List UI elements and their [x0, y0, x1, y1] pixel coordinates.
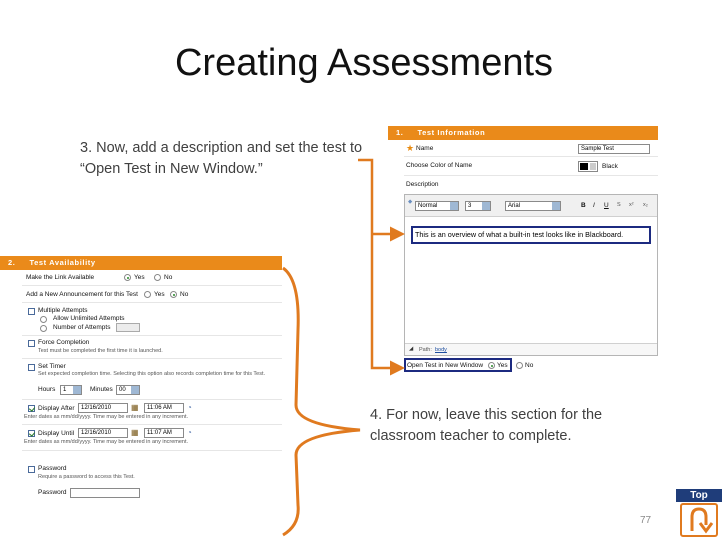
number-attempts-radio[interactable]: [40, 325, 47, 332]
unlimited-attempts-label: Allow Unlimited Attempts: [53, 315, 125, 322]
color-label: Choose Color of Name: [406, 162, 473, 169]
name-label: Name: [416, 145, 434, 152]
number-attempts-label: Number of Attempts: [53, 324, 111, 331]
open-new-window-yes-label: Yes: [497, 362, 508, 369]
password-label: Password: [38, 489, 67, 496]
color-picker[interactable]: [578, 161, 598, 172]
slide-page-number: 77: [640, 515, 652, 526]
editor-path-bar: ◢ Path: body: [405, 343, 657, 355]
display-after-date-input[interactable]: 12/16/2010: [78, 403, 128, 413]
password-checkbox[interactable]: [28, 466, 35, 473]
u-turn-arrow-icon: [680, 503, 718, 537]
unlimited-attempts-radio[interactable]: [40, 316, 47, 323]
underline-button[interactable]: U: [604, 202, 609, 209]
required-star-icon: ★: [406, 143, 415, 153]
set-timer-checkbox[interactable]: [28, 364, 35, 371]
test-information-header: 1. Test Information: [388, 126, 658, 140]
italic-button[interactable]: I: [593, 202, 595, 209]
set-timer-label: Set Timer: [38, 363, 66, 370]
multiple-attempts-checkbox[interactable]: [28, 308, 35, 315]
availability-bracket: [282, 266, 361, 537]
announcement-label: Add a New Announcement for this Test: [26, 291, 138, 298]
password-option-label: Password: [38, 465, 67, 472]
minutes-label: Minutes: [90, 386, 113, 393]
display-until-label: Display Until: [38, 430, 75, 437]
display-after-label: Display After: [38, 405, 75, 412]
announcement-yes-label: Yes: [154, 291, 165, 298]
display-until-checkbox[interactable]: [28, 430, 35, 437]
force-completion-help: Test must be completed the first time it…: [38, 348, 163, 354]
callout-step-4: 4. For now, leave this section for the c…: [370, 407, 603, 444]
clock-icon[interactable]: ◔: [187, 428, 192, 437]
font-select[interactable]: Arial: [505, 201, 561, 211]
open-new-window-no-radio[interactable]: [516, 362, 523, 369]
hours-select[interactable]: 1: [60, 385, 82, 395]
description-label: Description: [406, 181, 439, 188]
size-select[interactable]: 3: [465, 201, 491, 211]
section-number: 1.: [396, 128, 404, 137]
callout-step-3: 3. Now, add a description and set the te…: [80, 140, 363, 177]
open-new-window-yes-radio[interactable]: [488, 362, 495, 369]
top-button-label: Top: [676, 489, 722, 502]
display-until-help: Enter dates as mm/dd/yyyy. Time may be e…: [24, 439, 189, 445]
make-available-no-label: No: [164, 274, 173, 281]
gripper-icon: ◆: [408, 199, 413, 205]
editor-toolbar: ◆ Normal 3 Arial B I U S x² x₂: [405, 195, 657, 217]
test-information-panel: 1. Test Information ★ Name Sample Test Ch…: [388, 126, 658, 378]
path-label: Path:: [419, 347, 432, 353]
make-available-yes-label: Yes: [134, 274, 145, 281]
test-availability-panel: 2. Test Availability Make the Link Availa…: [0, 256, 282, 510]
make-available-no-radio[interactable]: [154, 274, 161, 281]
section-title: Test Information: [417, 128, 486, 137]
open-new-window-no-label: No: [525, 362, 534, 369]
password-help: Require a password to access this Test.: [38, 474, 135, 480]
announcement-yes-radio[interactable]: [144, 291, 151, 298]
make-available-yes-radio[interactable]: [124, 274, 131, 281]
section-title: Test Availability: [29, 258, 96, 267]
bold-button[interactable]: B: [581, 202, 586, 209]
multiple-attempts-label: Multiple Attempts: [38, 307, 88, 314]
description-editor[interactable]: ◆ Normal 3 Arial B I U S x² x₂ This is a…: [404, 194, 658, 356]
resize-icon: ◢: [409, 346, 414, 352]
description-text[interactable]: This is an overview of what a built-in t…: [411, 226, 651, 244]
clock-icon[interactable]: ◔: [187, 403, 192, 412]
section-number: 2.: [8, 258, 16, 267]
superscript-icon[interactable]: x²: [629, 202, 634, 208]
top-button[interactable]: Top: [676, 489, 722, 541]
announcement-no-label: No: [180, 291, 189, 298]
name-input[interactable]: Sample Test: [578, 144, 650, 154]
open-new-window-label: Open Test in New Window: [407, 362, 484, 369]
minutes-select[interactable]: 00: [116, 385, 140, 395]
set-timer-help: Set expected completion time. Selecting …: [38, 371, 266, 377]
slide-title: Creating Assessments: [174, 42, 554, 84]
display-after-time-input[interactable]: 11:06 AM: [144, 403, 184, 413]
force-completion-label: Force Completion: [38, 339, 90, 346]
display-after-help: Enter dates as mm/dd/yyyy. Time may be e…: [24, 414, 189, 420]
calendar-icon[interactable]: ▦: [131, 403, 139, 412]
strike-icon[interactable]: S: [617, 202, 621, 208]
display-until-time-input[interactable]: 11:07 AM: [144, 428, 184, 438]
force-completion-checkbox[interactable]: [28, 340, 35, 347]
display-until-date-input[interactable]: 12/16/2010: [78, 428, 128, 438]
color-value: Black: [602, 163, 618, 170]
test-availability-header: 2. Test Availability: [0, 256, 282, 270]
announcement-no-radio[interactable]: [170, 291, 177, 298]
calendar-icon[interactable]: ▦: [131, 428, 139, 437]
subscript-icon[interactable]: x₂: [643, 202, 648, 208]
display-after-checkbox[interactable]: [28, 405, 35, 412]
style-select[interactable]: Normal: [415, 201, 459, 211]
number-attempts-input[interactable]: [116, 323, 140, 332]
make-available-label: Make the Link Available: [26, 274, 95, 281]
path-value-link[interactable]: body: [435, 347, 447, 353]
hours-label: Hours: [38, 386, 56, 393]
password-input[interactable]: [70, 488, 140, 498]
